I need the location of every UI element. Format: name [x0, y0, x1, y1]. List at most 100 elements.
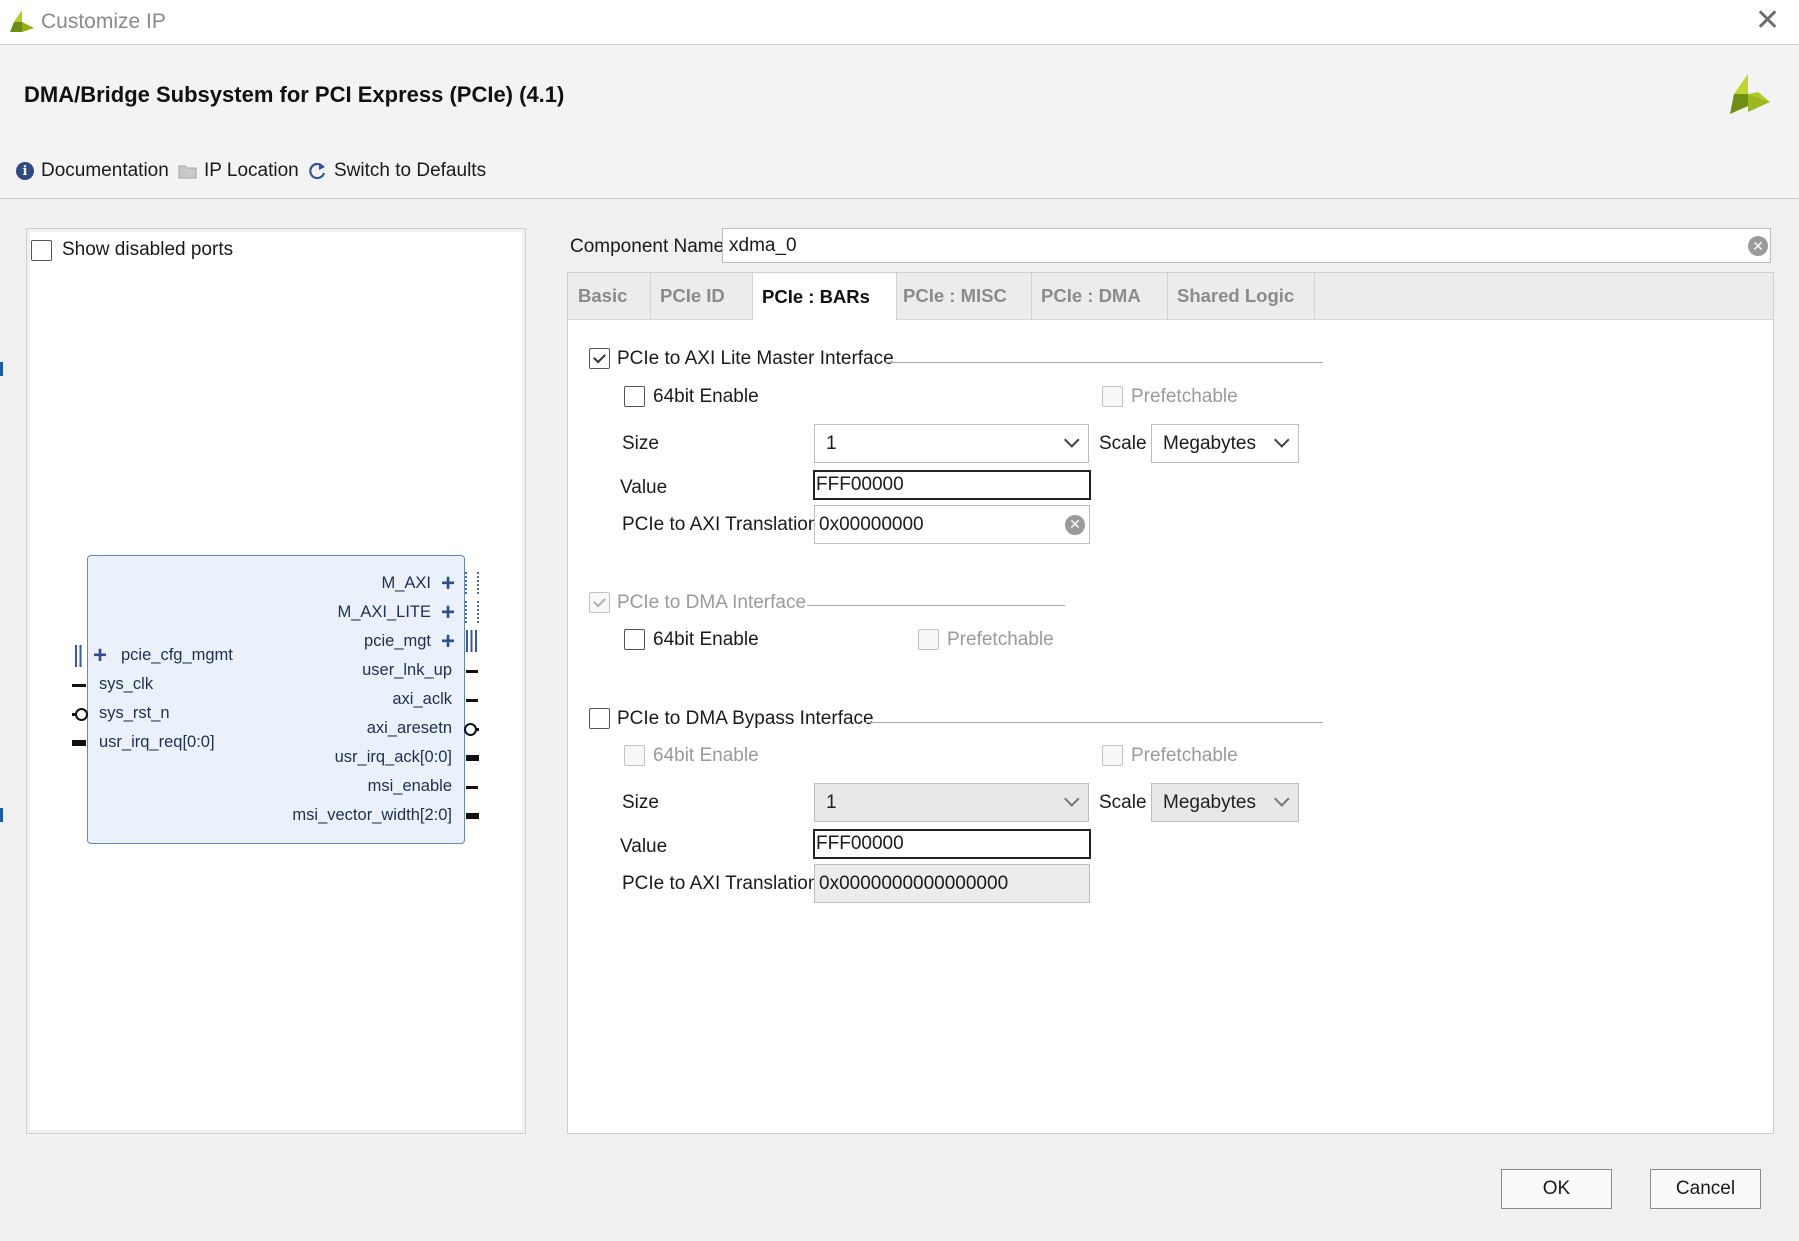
- pin-line: [466, 699, 478, 702]
- tab-pcie-id[interactable]: PCIe ID: [651, 273, 753, 319]
- component-name-value: xdma_0: [729, 235, 797, 256]
- tab-pcie-bars[interactable]: PCIe : BARs: [753, 273, 897, 320]
- bypass-size-value: 1: [826, 791, 837, 813]
- expand-pcie-cfg-mgmt-icon[interactable]: +: [93, 644, 107, 668]
- axi-lite-value: FFF00000: [816, 474, 904, 495]
- bypass-scale-label: Scale: [1099, 792, 1147, 813]
- axi-lite-value-input[interactable]: FFF00000: [813, 470, 1091, 500]
- port-m-axi: M_AXI: [381, 574, 431, 592]
- axi-lite-scale-label: Scale: [1099, 433, 1147, 454]
- page-title: DMA/Bridge Subsystem for PCI Express (PC…: [24, 82, 565, 107]
- bypass-translation-input[interactable]: 0x0000000000000000: [814, 864, 1090, 903]
- port-msi-enable: msi_enable: [367, 777, 452, 795]
- port-usr-irq-ack: usr_irq_ack[0:0]: [334, 748, 452, 766]
- bypass-scale-select[interactable]: Megabytes: [1151, 783, 1299, 822]
- bus-pin-line: [466, 813, 479, 819]
- port-axi-aclk: axi_aclk: [392, 690, 452, 708]
- bypass-scale-value: Megabytes: [1163, 791, 1256, 813]
- tab-pcie-dma[interactable]: PCIe : DMA: [1032, 273, 1168, 319]
- app-logo-icon: [10, 10, 34, 32]
- bypass-64bit-label: 64bit Enable: [653, 745, 759, 766]
- bypass-size-select[interactable]: 1: [814, 783, 1089, 822]
- bypass-value: FFF00000: [816, 833, 904, 854]
- bus-connector-icon: [466, 630, 477, 652]
- axi-lite-size-label: Size: [622, 433, 659, 454]
- info-icon: i: [16, 162, 34, 180]
- dma-prefetchable-label: Prefetchable: [947, 629, 1054, 650]
- axi-lite-scale-value: Megabytes: [1163, 432, 1256, 454]
- axi-lite-prefetchable-label: Prefetchable: [1131, 386, 1238, 407]
- tab-shared-logic[interactable]: Shared Logic: [1168, 273, 1315, 319]
- bus-connector-icon: [465, 572, 479, 594]
- port-user-lnk-up: user_lnk_up: [362, 661, 452, 679]
- axi-lite-size-select[interactable]: 1: [814, 424, 1089, 463]
- port-usr-irq-req: usr_irq_req[0:0]: [99, 733, 215, 751]
- expand-m-axi-icon[interactable]: +: [441, 572, 455, 596]
- axi-lite-translation-label: PCIe to AXI Translation: [622, 514, 819, 535]
- show-disabled-ports-toggle[interactable]: Show disabled ports: [31, 239, 233, 261]
- cancel-button[interactable]: Cancel: [1650, 1169, 1761, 1209]
- switch-to-defaults-button[interactable]: Switch to Defaults: [307, 159, 486, 183]
- bus-connector-icon: [465, 601, 479, 623]
- axi-lite-value-label: Value: [620, 477, 668, 498]
- tab-basic[interactable]: Basic: [569, 273, 651, 319]
- ip-location-button[interactable]: IP Location: [178, 159, 299, 183]
- pin-line: [466, 670, 478, 673]
- bus-pin-line: [72, 740, 86, 746]
- port-sys-rst-n: sys_rst_n: [99, 704, 170, 722]
- section-divider: [807, 605, 1065, 606]
- axi-lite-translation-input[interactable]: 0x00000000 ✕: [814, 505, 1090, 544]
- clear-icon[interactable]: ✕: [1065, 514, 1085, 535]
- dma-64bit-checkbox[interactable]: [624, 629, 645, 650]
- show-disabled-ports-label: Show disabled ports: [62, 239, 234, 260]
- port-axi-aresetn: axi_aresetn: [366, 719, 452, 737]
- documentation-button[interactable]: i Documentation: [16, 159, 169, 183]
- expand-pcie-mgt-icon[interactable]: +: [441, 630, 455, 654]
- chevron-down-icon: [1064, 432, 1080, 448]
- bypass-value-input[interactable]: FFF00000: [813, 829, 1091, 859]
- clear-icon[interactable]: ✕: [1748, 236, 1768, 256]
- chevron-down-icon: [1274, 791, 1290, 807]
- axi-lite-scale-select[interactable]: Megabytes: [1151, 424, 1299, 463]
- bypass-enable-checkbox[interactable]: [589, 708, 610, 729]
- section-divider: [885, 362, 1323, 363]
- window-title: Customize IP: [41, 10, 166, 33]
- component-name-input[interactable]: xdma_0: [722, 228, 1771, 263]
- bus-pin-line: [466, 755, 479, 761]
- documentation-label: Documentation: [41, 160, 169, 181]
- axi-lite-64bit-checkbox[interactable]: [624, 386, 645, 407]
- folder-icon: [178, 165, 197, 178]
- dma-section-title: PCIe to DMA Interface: [617, 592, 807, 613]
- bypass-translation-label: PCIe to AXI Translation: [622, 873, 819, 894]
- bypass-size-label: Size: [622, 792, 659, 813]
- tab-pcie-misc[interactable]: PCIe : MISC: [894, 273, 1032, 319]
- axi-lite-prefetchable-checkbox[interactable]: [1102, 386, 1123, 407]
- dma-enable-checkbox[interactable]: [589, 592, 610, 613]
- bypass-value-label: Value: [620, 836, 668, 857]
- ok-button[interactable]: OK: [1501, 1169, 1612, 1209]
- title-bar: [0, 0, 1799, 45]
- pin-line: [476, 728, 479, 731]
- axi-lite-enable-checkbox[interactable]: [589, 348, 610, 369]
- show-disabled-ports-checkbox[interactable]: [31, 239, 52, 261]
- pin-line: [466, 786, 478, 789]
- bypass-translation-value: 0x0000000000000000: [819, 872, 1009, 894]
- axi-lite-64bit-label: 64bit Enable: [653, 386, 759, 407]
- section-divider: [865, 722, 1323, 723]
- bypass-64bit-checkbox[interactable]: [624, 745, 645, 766]
- expand-m-axi-lite-icon[interactable]: +: [441, 601, 455, 625]
- close-icon[interactable]: ✕: [1755, 6, 1780, 36]
- bypass-prefetchable-checkbox[interactable]: [1102, 745, 1123, 766]
- port-sys-clk: sys_clk: [99, 675, 154, 693]
- refresh-icon: [309, 162, 326, 180]
- port-pcie-mgt: pcie_mgt: [364, 632, 431, 650]
- dma-prefetchable-checkbox[interactable]: [918, 629, 939, 650]
- dma-64bit-label: 64bit Enable: [653, 629, 759, 650]
- edge-marker: [0, 362, 3, 376]
- bypass-section-title: PCIe to DMA Bypass Interface: [617, 708, 874, 729]
- inverted-pin-icon: [75, 708, 88, 721]
- axi-lite-size-value: 1: [826, 432, 837, 454]
- bypass-prefetchable-label: Prefetchable: [1131, 745, 1238, 766]
- component-name-label: Component Name: [570, 236, 725, 257]
- axi-lite-section-title: PCIe to AXI Lite Master Interface: [617, 348, 894, 369]
